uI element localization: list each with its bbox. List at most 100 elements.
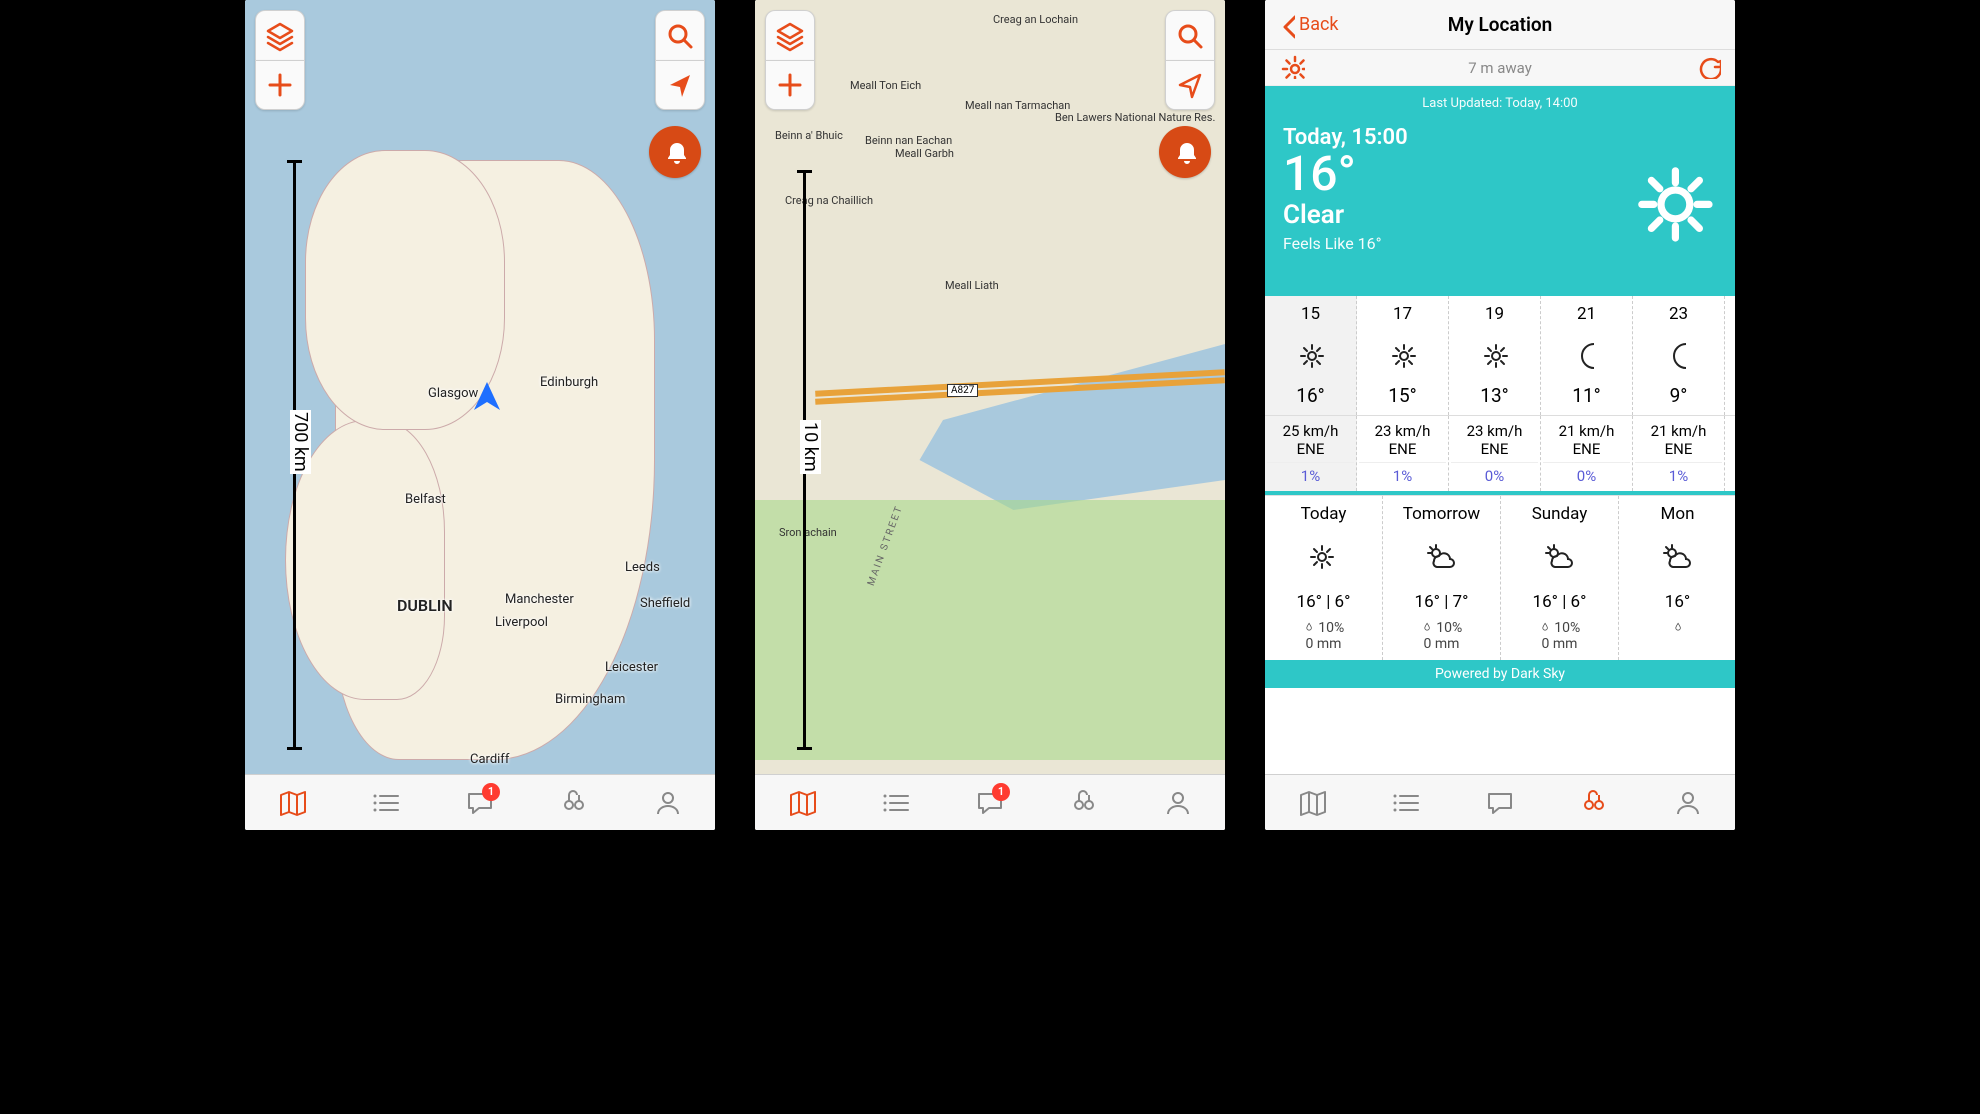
tab-messages[interactable]: 1: [968, 781, 1012, 825]
day-rain-prob: [1623, 620, 1732, 636]
day-cell[interactable]: Sunday 16° | 6° 10% 0 mm: [1501, 496, 1619, 660]
back-button[interactable]: Back: [1265, 11, 1339, 39]
daily-forecast[interactable]: Today 16° | 6° 10% 0 mmTomorrow 16° | 7°…: [1265, 495, 1735, 660]
wind-cell[interactable]: 25 km/h ENE 1%: [1265, 416, 1357, 491]
precip-prob: 1%: [1359, 462, 1446, 485]
hour-label: 17: [1361, 304, 1444, 324]
tab-weather[interactable]: [552, 781, 596, 825]
map-canvas[interactable]: Edinburgh Glasgow Belfast DUBLIN Leeds M…: [245, 0, 715, 830]
label-meall-ton-eich: Meall Ton Eich: [850, 80, 921, 92]
add-waypoint-button[interactable]: [765, 60, 815, 110]
hour-label: 21: [1545, 304, 1628, 324]
day-rain-prob: 10%: [1505, 620, 1614, 636]
wind-dir: ENE: [1543, 440, 1630, 458]
label-meall-liath: Meall Liath: [945, 280, 999, 292]
map-canvas[interactable]: Beinn a' Bhuic Creag na Chaillich Meall …: [755, 0, 1225, 830]
tab-messages[interactable]: [1478, 781, 1522, 825]
wind-speed: 21 km/h: [1543, 422, 1630, 440]
city-edinburgh: Edinburgh: [540, 375, 598, 390]
city-belfast: Belfast: [405, 492, 446, 507]
wind-cell[interactable]: 23 km/h ENE 1%: [1357, 416, 1449, 491]
tab-map[interactable]: [780, 781, 824, 825]
city-sheffield: Sheffield: [640, 596, 690, 611]
settings-button[interactable]: [1279, 53, 1305, 83]
tab-profile[interactable]: [1666, 781, 1710, 825]
sun-icon: [1269, 332, 1352, 378]
moon-icon: [1637, 332, 1720, 378]
weather-hero: Last Updated: Today, 14:00 Today, 15:00 …: [1265, 86, 1735, 296]
label-creag-lochain: Creag an Lochain: [993, 14, 1078, 26]
day-cell[interactable]: Mon 16°: [1619, 496, 1735, 660]
hour-temp: 11°: [1545, 384, 1628, 407]
tab-weather[interactable]: [1572, 781, 1616, 825]
add-waypoint-button[interactable]: [255, 60, 305, 110]
tab-list[interactable]: [1384, 781, 1428, 825]
sun-icon: [1269, 534, 1378, 584]
nav-bar: Back My Location: [1265, 0, 1735, 50]
hour-cell[interactable]: 15 16°: [1265, 296, 1357, 415]
search-button[interactable]: [1165, 10, 1215, 60]
hour-label: 23: [1637, 304, 1720, 324]
sun-icon: [1453, 332, 1536, 378]
day-rain-prob: 10%: [1269, 620, 1378, 636]
scale-label: 10 km: [800, 420, 821, 474]
layers-button[interactable]: [765, 10, 815, 60]
tab-map[interactable]: [270, 781, 314, 825]
tab-map[interactable]: [1290, 781, 1334, 825]
layers-button[interactable]: [255, 10, 305, 60]
hour-cell[interactable]: 23 9°: [1633, 296, 1725, 415]
label-ben-lawers: Ben Lawers National Nature Res.: [1055, 112, 1215, 124]
wind-cell[interactable]: 21 km/h ENE 1%: [1633, 416, 1725, 491]
distance-label: 7 m away: [1265, 59, 1735, 77]
alerts-button[interactable]: [1159, 126, 1211, 178]
day-hilo: 16° | 7°: [1387, 592, 1496, 612]
tab-profile[interactable]: [646, 781, 690, 825]
tab-weather[interactable]: [1062, 781, 1106, 825]
wind-dir: ENE: [1635, 440, 1722, 458]
wind-speed: 25 km/h: [1267, 422, 1354, 440]
city-birmingham: Birmingham: [555, 692, 625, 707]
hour-temp: 15°: [1361, 384, 1444, 407]
wind-dir: ENE: [1451, 440, 1538, 458]
search-button[interactable]: [655, 10, 705, 60]
precip-prob: 0%: [1543, 462, 1630, 485]
day-name: Sunday: [1505, 504, 1614, 524]
tab-messages[interactable]: 1: [458, 781, 502, 825]
map-screen-topo: Beinn a' Bhuic Creag na Chaillich Meall …: [755, 0, 1225, 830]
tab-list[interactable]: [364, 781, 408, 825]
day-cell[interactable]: Today 16° | 6° 10% 0 mm: [1265, 496, 1383, 660]
day-hilo: 16° | 6°: [1269, 592, 1378, 612]
wind-cell[interactable]: 23 km/h ENE 0%: [1449, 416, 1541, 491]
hour-cell[interactable]: 21 11°: [1541, 296, 1633, 415]
wind-speed: 21 km/h: [1635, 422, 1722, 440]
tab-profile[interactable]: [1156, 781, 1200, 825]
city-manchester: Manchester: [505, 592, 574, 607]
tab-bar: 1: [245, 774, 715, 830]
scale-label: 700 km: [290, 410, 311, 474]
last-updated: Last Updated: Today, 14:00: [1283, 96, 1717, 111]
tab-bar: 1: [755, 774, 1225, 830]
tab-list[interactable]: [874, 781, 918, 825]
hour-cell[interactable]: 19 13°: [1449, 296, 1541, 415]
locate-button[interactable]: [1165, 60, 1215, 110]
hour-cell[interactable]: 17 15°: [1357, 296, 1449, 415]
city-cardiff: Cardiff: [470, 752, 509, 767]
locate-button[interactable]: [655, 60, 705, 110]
day-rain-amt: 0 mm: [1505, 636, 1614, 652]
day-cell[interactable]: Tomorrow 16° | 7° 10% 0 mm: [1383, 496, 1501, 660]
precip-prob: 1%: [1635, 462, 1722, 485]
precip-prob: 0%: [1451, 462, 1538, 485]
messages-badge: 1: [482, 783, 500, 801]
day-name: Mon: [1623, 504, 1732, 524]
partly-icon: [1505, 534, 1614, 584]
wind-cell[interactable]: 21 km/h ENE 0%: [1541, 416, 1633, 491]
moon-icon: [1545, 332, 1628, 378]
hourly-wind[interactable]: 25 km/h ENE 1%23 km/h ENE 1%23 km/h ENE …: [1265, 415, 1735, 491]
refresh-button[interactable]: [1695, 53, 1721, 83]
partly-icon: [1623, 534, 1732, 584]
hourly-forecast[interactable]: 15 16°17 15°19 13°21 11°23 9°: [1265, 296, 1735, 415]
city-liverpool: Liverpool: [495, 615, 548, 630]
label-sron: Sron achain: [779, 527, 837, 539]
wind-dir: ENE: [1267, 440, 1354, 458]
alerts-button[interactable]: [649, 126, 701, 178]
